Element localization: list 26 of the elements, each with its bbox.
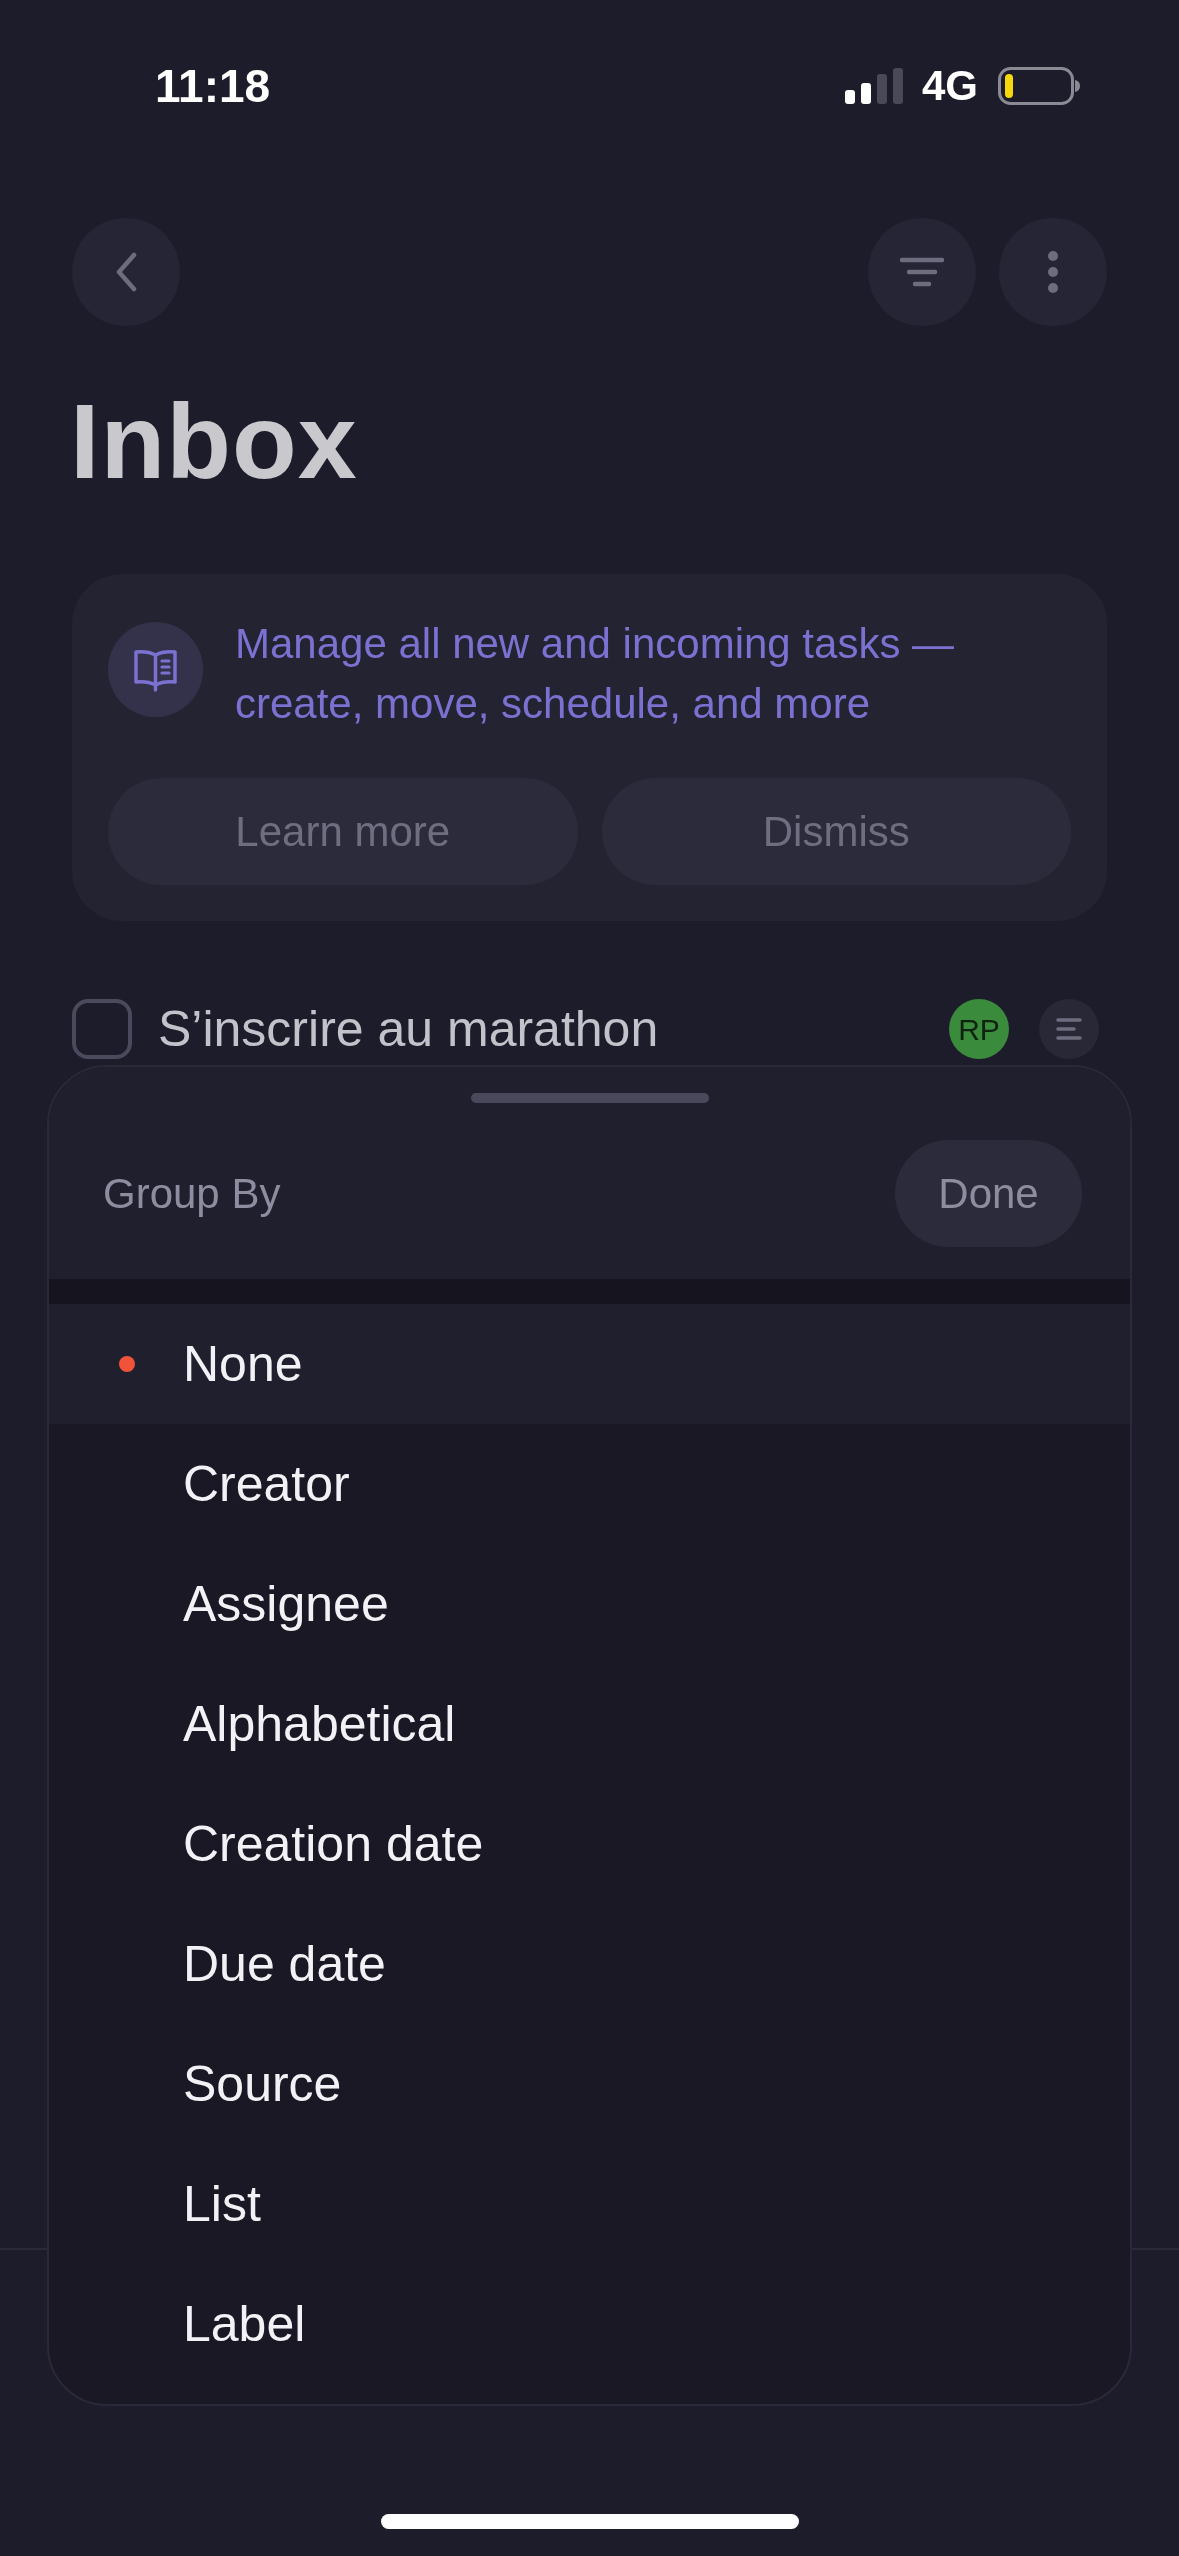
group-option[interactable]: Creator: [49, 1424, 1130, 1544]
drag-handle[interactable]: [470, 1093, 709, 1103]
book-icon: [108, 622, 203, 717]
status-time: 11:18: [155, 63, 271, 109]
signal-icon: [844, 68, 905, 104]
network-label: 4G: [921, 65, 978, 107]
group-option[interactable]: Creation date: [49, 1784, 1130, 1904]
assignee-avatar: RP: [949, 999, 1009, 1059]
group-option[interactable]: List: [49, 2144, 1130, 2264]
more-icon: [1047, 250, 1059, 294]
banner-text: Manage all new and incoming tasks — create, move, schedule, and more: [235, 619, 956, 729]
group-option[interactable]: Due date: [49, 1904, 1130, 2024]
battery-icon: [998, 67, 1080, 105]
group-option[interactable]: Source: [49, 2024, 1130, 2144]
done-button[interactable]: Done: [895, 1140, 1082, 1247]
notes-icon: [1039, 999, 1099, 1059]
task-checkbox[interactable]: [72, 999, 132, 1059]
group-option[interactable]: None: [49, 1304, 1130, 1424]
sheet-title: Group By: [103, 1169, 281, 1219]
back-icon: [115, 252, 137, 292]
page-title: Inbox: [70, 388, 358, 494]
filter-icon: [900, 257, 944, 287]
group-option[interactable]: Assignee: [49, 1544, 1130, 1664]
group-option[interactable]: Label: [49, 2264, 1130, 2384]
task-title: S’inscrire au marathon: [158, 1004, 659, 1054]
group-option[interactable]: Alphabetical: [49, 1664, 1130, 1784]
